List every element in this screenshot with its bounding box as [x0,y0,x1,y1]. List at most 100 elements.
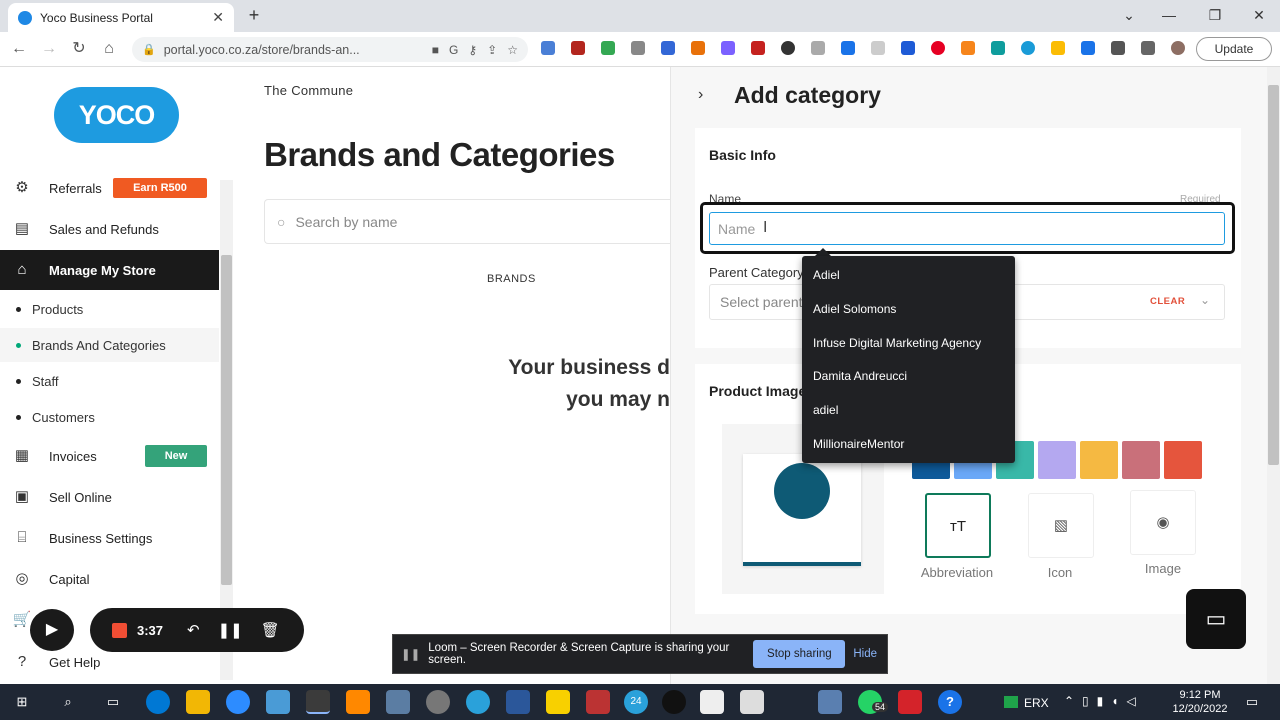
autocomplete-item[interactable]: Damita Andreucci [813,369,907,383]
notifications-icon[interactable]: ▭ [1240,690,1264,714]
pause-icon[interactable]: ❚❚ [218,621,243,639]
key-icon[interactable]: ⚷ [468,43,477,57]
search-input[interactable]: ○ Search by name [264,199,670,244]
close-tab-icon[interactable]: ✕ [212,9,224,26]
reload-icon[interactable]: ↻ [68,38,90,60]
tab-search-icon[interactable]: ⌄ [1118,4,1140,26]
close-window-button[interactable]: ✕ [1248,4,1270,26]
edge-icon[interactable] [146,690,170,714]
camera-icon[interactable]: ■ [432,43,439,57]
extension-icon[interactable] [841,41,855,55]
loom-camera-button[interactable]: ▶ [30,609,74,651]
abbreviation-option[interactable]: ᴛT [925,493,991,558]
icon-option[interactable]: ▧ [1028,493,1094,558]
word-icon[interactable] [506,690,530,714]
extension-icon[interactable] [991,41,1005,55]
address-bar[interactable]: 🔒 portal.yoco.co.za/store/brands-an... ■… [132,37,528,62]
color-swatch[interactable] [1164,441,1202,479]
undo-icon[interactable]: ↶ [187,621,200,639]
autocomplete-item[interactable]: MillionaireMentor [813,437,904,451]
minimize-button[interactable]: — [1158,4,1180,26]
sidebar-item-sales[interactable]: ▤ Sales and Refunds [0,210,219,248]
sticky-notes-icon[interactable] [546,690,570,714]
color-swatch[interactable] [1122,441,1160,479]
bookmark-star-icon[interactable]: ☆ [507,43,518,57]
app-icon[interactable] [818,690,842,714]
autocomplete-item[interactable]: Infuse Digital Marketing Agency [813,336,981,350]
sidebar-subitem-customers[interactable]: Customers [0,400,219,434]
extension-icon[interactable] [751,41,765,55]
extension-icon[interactable] [901,41,915,55]
app-icon[interactable] [266,690,290,714]
back-icon[interactable]: ← [8,38,30,60]
update-button[interactable]: Update [1196,37,1272,61]
sidebar-subitem-brands[interactable]: Brands And Categories [0,328,219,362]
new-tab-button[interactable]: + [244,6,264,26]
forward-icon[interactable]: → [38,38,60,60]
acrobat-icon[interactable] [898,690,922,714]
autocomplete-item[interactable]: Adiel [813,268,840,282]
sidebar-scroll-thumb[interactable] [221,255,232,585]
name-input[interactable] [709,212,1225,245]
side-panel-icon[interactable] [1141,41,1155,55]
zoom-icon[interactable] [226,690,250,714]
calculator-icon[interactable] [386,690,410,714]
extension-icon[interactable] [661,41,675,55]
yoco-logo[interactable]: YOCO [54,87,179,143]
clear-button[interactable]: CLEAR [1150,296,1185,307]
earn-badge[interactable]: Earn R500 [113,178,207,198]
metamask-icon[interactable] [961,41,975,55]
autocomplete-item[interactable]: Adiel Solomons [813,302,896,316]
tiktok-icon[interactable] [662,690,686,714]
home-icon[interactable]: ⌂ [98,38,120,60]
share-icon[interactable]: ⇪ [487,43,497,57]
stock-ticker[interactable]: ERX [1024,696,1049,710]
browser-tab[interactable]: Yoco Business Portal ✕ [8,3,234,32]
app-icon[interactable] [740,690,764,714]
extension-icon[interactable] [721,41,735,55]
sidebar-item-business-settings[interactable]: ⌸ Business Settings [0,519,219,557]
extension-icon[interactable] [811,41,825,55]
download-icon[interactable] [1081,41,1095,55]
drive-icon[interactable] [601,41,615,55]
google-icon[interactable]: G [449,43,458,57]
chrome-icon[interactable] [306,690,330,714]
sidebar-subitem-products[interactable]: Products [0,292,219,326]
taskbar-search-icon[interactable]: ⌕ [56,690,80,714]
stop-recording-button[interactable] [112,622,127,638]
extension-icon[interactable] [691,41,705,55]
sidebar-subitem-staff[interactable]: Staff [0,364,219,398]
chat-support-button[interactable]: ▭ [1186,589,1246,649]
system-tray-icons[interactable]: ⌃▯▮◖◁ [1064,694,1144,708]
extension-icon[interactable] [1051,41,1065,55]
extension-icon[interactable] [1021,41,1035,55]
extension-icon[interactable] [631,41,645,55]
help-app-icon[interactable]: ? [938,690,962,714]
panel-scroll-thumb[interactable] [1268,85,1279,465]
sidebar-item-capital[interactable]: ◎ Capital [0,560,219,598]
tab-brands[interactable]: BRANDS [487,273,536,285]
chevron-down-icon[interactable]: ⌄ [1200,293,1210,307]
extension-icon[interactable] [871,41,885,55]
task-view-icon[interactable]: ▭ [101,690,125,714]
sidebar-item-manage-store[interactable]: ⌂ Manage My Store [0,250,219,290]
notepad-icon[interactable] [700,690,724,714]
maximize-button[interactable]: ❐ [1204,4,1226,26]
hide-banner-button[interactable]: Hide [853,648,877,660]
telegram-icon[interactable] [466,690,490,714]
collapse-panel-chevron-icon[interactable]: › [698,86,703,104]
app-icon[interactable] [426,690,450,714]
image-option[interactable]: ◉ [1130,490,1196,555]
trash-icon[interactable]: 🗑 [261,621,280,639]
breadcrumb[interactable]: The Commune [264,83,353,98]
notification-app-icon[interactable]: 24 [624,690,648,714]
sidebar-item-sell-online[interactable]: ▣ Sell Online [0,478,219,516]
extension-icon[interactable] [781,41,795,55]
color-swatch[interactable] [1038,441,1076,479]
windows-start-icon[interactable]: ⊞ [10,690,34,714]
app-icon[interactable] [586,690,610,714]
vlc-icon[interactable] [346,690,370,714]
autocomplete-item[interactable]: adiel [813,403,838,417]
profile-avatar[interactable] [1171,41,1185,55]
extension-icon[interactable] [541,41,555,55]
